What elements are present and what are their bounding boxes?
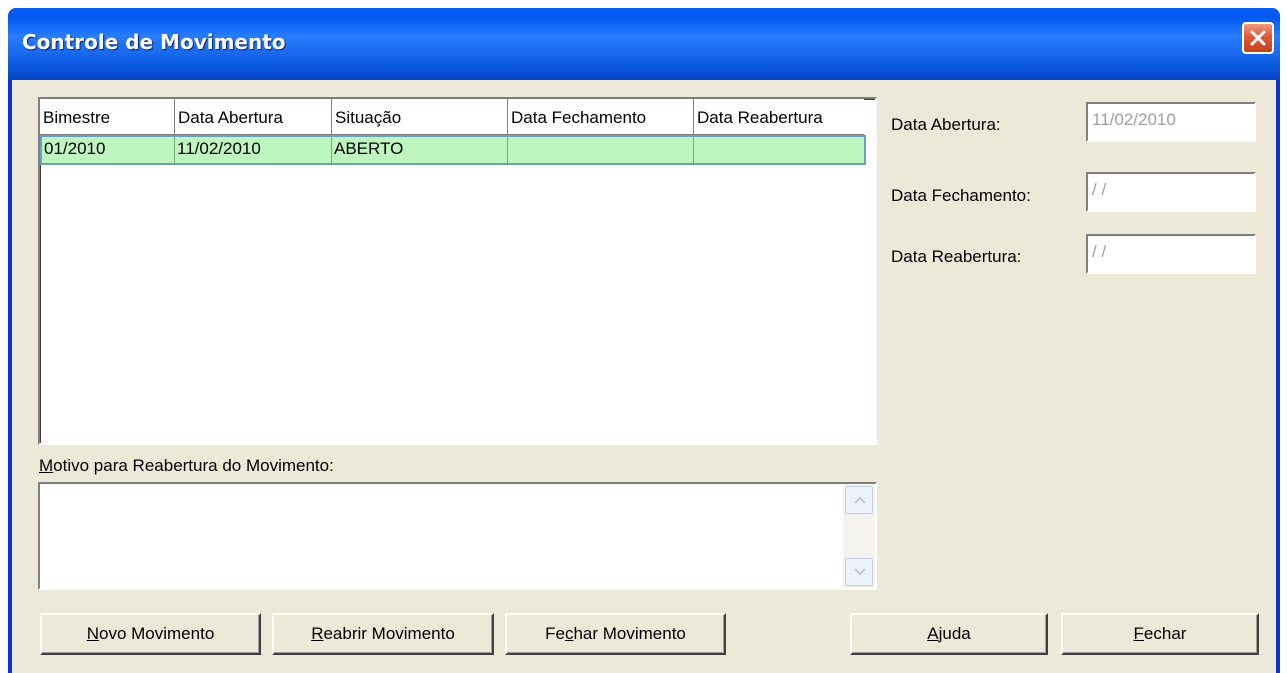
column-header-bimestre[interactable]: Bimestre — [40, 99, 175, 135]
dialog-client-area: Bimestre Data Abertura Situação Data Fec… — [12, 80, 1276, 673]
window-title: Controle de Movimento — [22, 30, 286, 54]
cell-data-reabertura — [694, 137, 864, 163]
column-header-data-reabertura[interactable]: Data Reabertura — [694, 99, 864, 135]
ajuda-button[interactable]: Ajuda — [850, 613, 1048, 655]
table-row[interactable]: 01/2010 11/02/2010 ABERTO — [40, 135, 866, 165]
motivo-input[interactable] — [40, 484, 843, 588]
cell-data-fechamento — [508, 137, 694, 163]
fechar-movimento-button[interactable]: Fechar Movimento — [505, 613, 726, 655]
scroll-up-button[interactable] — [845, 486, 873, 514]
fechar-button[interactable]: Fechar — [1061, 613, 1259, 655]
column-header-data-abertura[interactable]: Data Abertura — [175, 99, 332, 135]
data-fechamento-label: Data Fechamento: — [891, 186, 1031, 205]
reabrir-movimento-button[interactable]: Reabrir Movimento — [272, 613, 494, 655]
data-fechamento-field[interactable]: / / — [1086, 172, 1256, 212]
novo-movimento-button[interactable]: Novo Movimento — [40, 613, 261, 655]
data-abertura-label: Data Abertura: — [891, 115, 1001, 134]
data-reabertura-field[interactable]: / / — [1086, 234, 1256, 274]
close-button[interactable] — [1242, 22, 1274, 54]
cell-data-abertura: 11/02/2010 — [175, 137, 332, 163]
motivo-label: Motivo para Reabertura do Movimento: — [39, 456, 334, 475]
data-abertura-field[interactable]: 11/02/2010 — [1086, 102, 1256, 142]
memo-scrollbar[interactable] — [843, 484, 875, 588]
list-header: Bimestre Data Abertura Situação Data Fec… — [40, 99, 875, 135]
dialog-window: Controle de Movimento Bimestre Data Aber… — [8, 8, 1280, 673]
data-reabertura-label: Data Reabertura: — [891, 247, 1022, 266]
movement-list[interactable]: Bimestre Data Abertura Situação Data Fec… — [38, 97, 877, 445]
cell-situacao: ABERTO — [332, 137, 508, 163]
scroll-down-button[interactable] — [845, 558, 873, 586]
motivo-memo — [38, 482, 877, 590]
cell-bimestre: 01/2010 — [42, 137, 175, 163]
column-header-situacao[interactable]: Situação — [332, 99, 508, 135]
title-bar[interactable]: Controle de Movimento — [8, 8, 1280, 80]
column-header-data-fechamento[interactable]: Data Fechamento — [508, 99, 694, 135]
